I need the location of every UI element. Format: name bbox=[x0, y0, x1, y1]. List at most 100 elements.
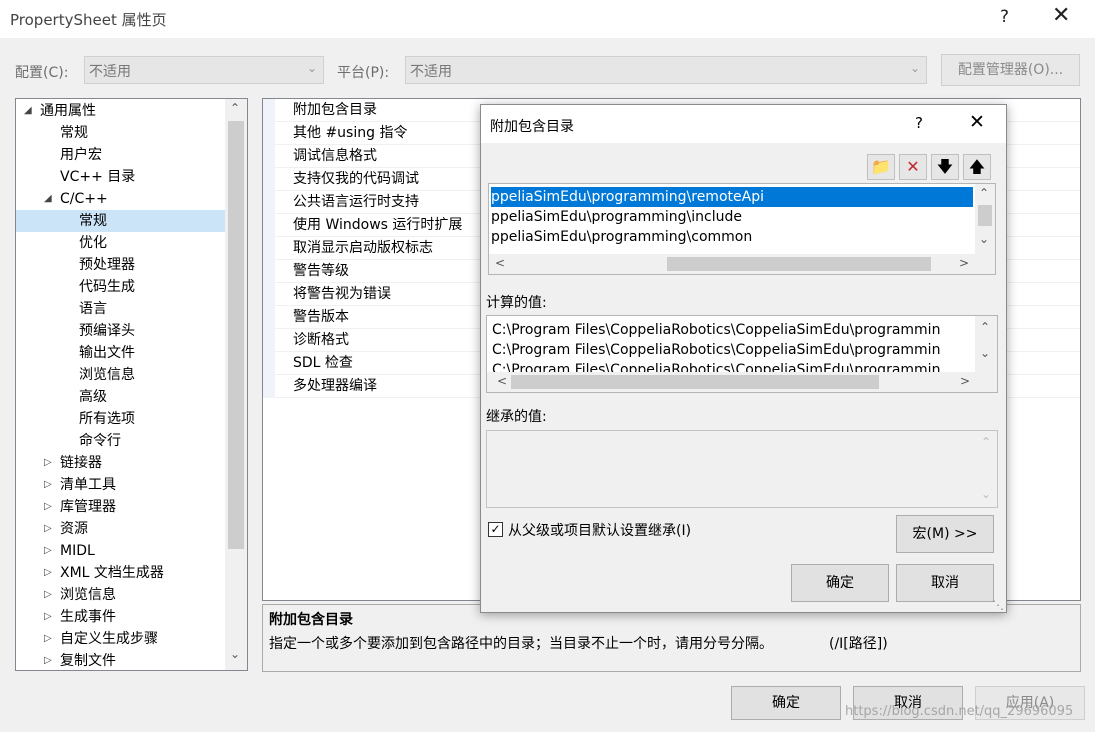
tree-item[interactable]: ◢ C/C++ bbox=[16, 188, 225, 210]
dialog-close-button[interactable]: ✕ bbox=[969, 111, 985, 133]
computed-hscroll[interactable]: < > bbox=[487, 372, 997, 392]
directory-list[interactable]: ppeliaSimEdu\programming\remoteApi ppeli… bbox=[488, 183, 996, 275]
tree-item[interactable]: ▷ 链接器 bbox=[16, 452, 225, 474]
computed-hscroll-thumb[interactable] bbox=[511, 375, 879, 389]
property-row-margin bbox=[263, 237, 275, 260]
move-down-button[interactable]: 🡇 bbox=[931, 154, 959, 180]
arrow-up-icon: 🡅 bbox=[968, 157, 986, 176]
tree-item[interactable]: 预编译头 bbox=[16, 320, 225, 342]
tree-item[interactable]: ▷ 浏览信息 bbox=[16, 584, 225, 606]
collapsed-icon[interactable]: ▷ bbox=[44, 628, 52, 650]
scroll-up-icon[interactable]: ⌃ bbox=[979, 186, 989, 200]
new-folder-icon: 📁 bbox=[871, 157, 891, 176]
directory-hscroll-thumb[interactable] bbox=[667, 257, 931, 271]
new-folder-button[interactable]: 📁 bbox=[867, 154, 895, 180]
scroll-down-icon[interactable]: ⌄ bbox=[230, 647, 240, 661]
tree-item[interactable]: 用户宏 bbox=[16, 144, 225, 166]
config-manager-button[interactable]: 配置管理器(O)... bbox=[941, 54, 1080, 86]
resize-grip-icon[interactable]: ⋱ bbox=[992, 598, 1004, 612]
collapsed-icon[interactable]: ▷ bbox=[44, 540, 52, 562]
delete-icon: ✕ bbox=[906, 157, 920, 176]
tree-item-label: 预编译头 bbox=[79, 323, 135, 339]
property-row-margin bbox=[263, 260, 275, 283]
tree-item-label: 通用属性 bbox=[40, 103, 96, 119]
scroll-right-icon[interactable]: > bbox=[959, 256, 969, 270]
close-button[interactable]: ✕ bbox=[1052, 3, 1070, 28]
tree-item[interactable]: 所有选项 bbox=[16, 408, 225, 430]
directory-vscroll[interactable]: ⌃ ⌄ bbox=[975, 184, 995, 254]
collapsed-icon[interactable]: ▷ bbox=[44, 584, 52, 606]
tree-item[interactable]: ▷ 自定义生成步骤 bbox=[16, 628, 225, 650]
collapsed-icon[interactable]: ▷ bbox=[44, 474, 52, 496]
tree-item[interactable]: 常规 bbox=[16, 122, 225, 144]
tree-item[interactable]: ▷ 库管理器 bbox=[16, 496, 225, 518]
inherited-values: ⌃ ⌄ bbox=[486, 430, 998, 508]
tree-item[interactable]: 语言 bbox=[16, 298, 225, 320]
directory-entry[interactable]: ppeliaSimEdu\programming\include bbox=[491, 207, 742, 227]
tree-scrollbar[interactable]: ⌃ ⌄ bbox=[225, 99, 247, 670]
tree-item[interactable]: ▷ 资源 bbox=[16, 518, 225, 540]
tree-item[interactable]: 预处理器 bbox=[16, 254, 225, 276]
directory-entry[interactable]: ppeliaSimEdu\programming\common bbox=[491, 227, 752, 247]
inherit-checkbox[interactable]: ✓ bbox=[488, 522, 503, 537]
expanded-icon[interactable]: ◢ bbox=[44, 188, 52, 210]
tree-item[interactable]: ▷ 复制文件 bbox=[16, 650, 225, 670]
property-row-margin bbox=[263, 145, 275, 168]
scroll-left-icon[interactable]: < bbox=[497, 374, 507, 388]
chevron-down-icon: ⌄ bbox=[909, 61, 920, 75]
scroll-right-icon[interactable]: > bbox=[960, 374, 970, 388]
computed-value: C:\Program Files\CoppeliaRobotics\Coppel… bbox=[492, 322, 941, 338]
tree-item[interactable]: 常规 bbox=[16, 210, 225, 232]
computed-vscroll[interactable]: ⌃ ⌄ bbox=[975, 316, 997, 372]
scroll-down-icon[interactable]: ⌄ bbox=[979, 232, 989, 246]
property-name: 调试信息格式 bbox=[293, 148, 377, 164]
tree-item[interactable]: ◢ 通用属性 bbox=[16, 100, 225, 122]
tree-item[interactable]: ▷ XML 文档生成器 bbox=[16, 562, 225, 584]
property-row-margin bbox=[263, 168, 275, 191]
tree-item[interactable]: 优化 bbox=[16, 232, 225, 254]
property-name: 取消显示启动版权标志 bbox=[293, 240, 433, 256]
check-icon: ✓ bbox=[490, 522, 501, 536]
tree-item[interactable]: 高级 bbox=[16, 386, 225, 408]
tree-item[interactable]: 浏览信息 bbox=[16, 364, 225, 386]
platform-combo[interactable]: 不适用 ⌄ bbox=[405, 56, 927, 84]
tree-item[interactable]: 命令行 bbox=[16, 430, 225, 452]
tree-item[interactable]: 输出文件 bbox=[16, 342, 225, 364]
tree-scroll-thumb[interactable] bbox=[228, 121, 244, 549]
delete-button[interactable]: ✕ bbox=[899, 154, 927, 180]
tree-item[interactable]: ▷ 生成事件 bbox=[16, 606, 225, 628]
tree-item-label: 浏览信息 bbox=[79, 367, 135, 383]
scroll-down-icon[interactable]: ⌄ bbox=[980, 346, 990, 360]
tree-item[interactable]: ▷ 清单工具 bbox=[16, 474, 225, 496]
collapsed-icon[interactable]: ▷ bbox=[44, 650, 52, 670]
property-row-margin bbox=[263, 122, 275, 145]
move-up-button[interactable]: 🡅 bbox=[963, 154, 991, 180]
dialog-help-button[interactable]: ? bbox=[915, 114, 923, 132]
platform-value: 不适用 bbox=[410, 64, 452, 80]
directory-hscroll[interactable]: < > bbox=[489, 254, 995, 274]
tree-item-label: 自定义生成步骤 bbox=[60, 631, 158, 647]
directory-vscroll-thumb[interactable] bbox=[978, 205, 992, 226]
computed-values[interactable]: C:\Program Files\CoppeliaRobotics\Coppel… bbox=[486, 315, 998, 393]
scroll-up-icon[interactable]: ⌃ bbox=[980, 320, 990, 334]
dialog-ok-button[interactable]: 确定 bbox=[791, 564, 889, 602]
collapsed-icon[interactable]: ▷ bbox=[44, 452, 52, 474]
dialog-cancel-button[interactable]: 取消 bbox=[896, 564, 994, 602]
tree-item[interactable]: 代码生成 bbox=[16, 276, 225, 298]
macros-button[interactable]: 宏(M) >> bbox=[896, 515, 994, 553]
ok-button[interactable]: 确定 bbox=[731, 686, 841, 720]
scroll-up-icon[interactable]: ⌃ bbox=[230, 101, 240, 115]
collapsed-icon[interactable]: ▷ bbox=[44, 518, 52, 540]
config-combo[interactable]: 不适用 ⌄ bbox=[84, 56, 324, 84]
directory-entry[interactable]: ppeliaSimEdu\programming\remoteApi bbox=[491, 187, 973, 207]
collapsed-icon[interactable]: ▷ bbox=[44, 496, 52, 518]
collapsed-icon[interactable]: ▷ bbox=[44, 562, 52, 584]
platform-label: 平台(P): bbox=[337, 65, 390, 81]
scroll-left-icon[interactable]: < bbox=[495, 256, 505, 270]
tree-item[interactable]: ▷ MIDL bbox=[16, 540, 225, 562]
expanded-icon[interactable]: ◢ bbox=[24, 100, 32, 122]
collapsed-icon[interactable]: ▷ bbox=[44, 606, 52, 628]
property-name: 警告版本 bbox=[293, 309, 349, 325]
tree-item[interactable]: VC++ 目录 bbox=[16, 166, 225, 188]
help-button[interactable]: ? bbox=[1000, 7, 1009, 27]
